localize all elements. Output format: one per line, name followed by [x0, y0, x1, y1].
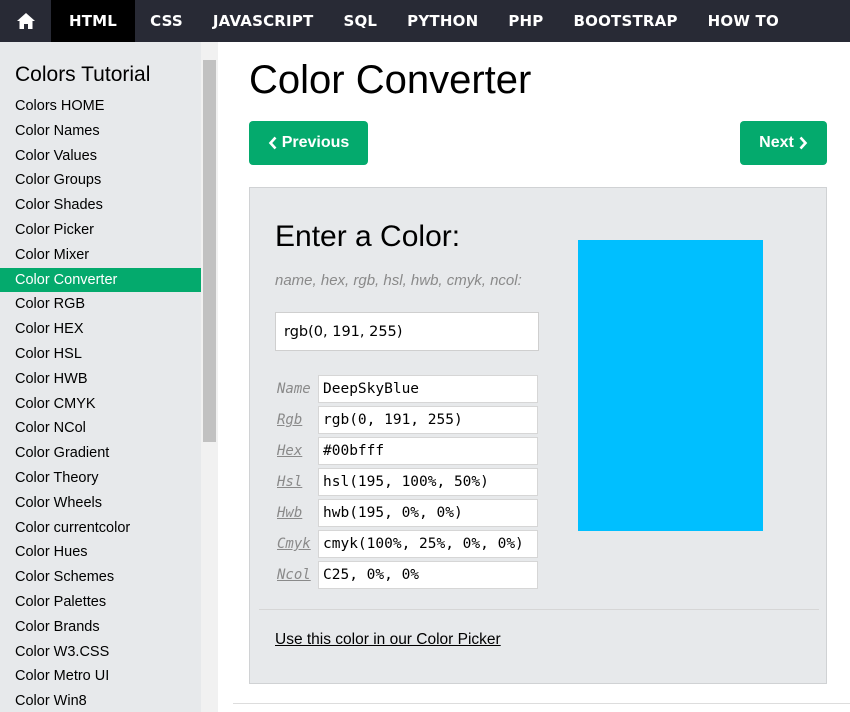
- sidebar-item-color-palettes[interactable]: Color Palettes: [0, 590, 201, 615]
- sidebar-item-color-brands[interactable]: Color Brands: [0, 615, 201, 640]
- sidebar-title: Colors Tutorial: [15, 63, 151, 86]
- nav-item-css[interactable]: CSS: [135, 0, 198, 42]
- sidebar-item-color-win8[interactable]: Color Win8: [0, 689, 201, 712]
- sidebar-item-color-hues[interactable]: Color Hues: [0, 540, 201, 565]
- sidebar-item-color-hex[interactable]: Color HEX: [0, 317, 201, 342]
- value-hex[interactable]: #00bfff: [318, 437, 538, 465]
- home-button[interactable]: [0, 0, 51, 42]
- sidebar-item-color-metro-ui[interactable]: Color Metro UI: [0, 664, 201, 689]
- previous-button-label: Previous: [281, 134, 350, 151]
- sidebar-list: Colors HOME Color Names Color Values Col…: [0, 94, 201, 712]
- link-ncol[interactable]: Ncol: [277, 567, 311, 583]
- chevron-right-icon: [799, 136, 808, 150]
- next-button[interactable]: Next: [740, 121, 827, 165]
- nav-item-javascript[interactable]: JAVASCRIPT: [198, 0, 329, 42]
- sidebar-item-color-gradient[interactable]: Color Gradient: [0, 441, 201, 466]
- sidebar-item-color-shades[interactable]: Color Shades: [0, 193, 201, 218]
- link-hwb[interactable]: Hwb: [277, 505, 302, 521]
- sidebar-item-color-values[interactable]: Color Values: [0, 144, 201, 169]
- color-input[interactable]: rgb(0, 191, 255): [275, 312, 539, 351]
- color-converter-panel: Enter a Color: name, hex, rgb, hsl, hwb,…: [249, 187, 827, 684]
- color-swatch: [578, 240, 763, 531]
- previous-button[interactable]: Previous: [249, 121, 368, 165]
- sidebar-item-color-groups[interactable]: Color Groups: [0, 168, 201, 193]
- sidebar-item-color-schemes[interactable]: Color Schemes: [0, 565, 201, 590]
- color-picker-link[interactable]: Use this color in our Color Picker: [275, 631, 501, 649]
- sidebar-item-color-currentcolor[interactable]: Color currentcolor: [0, 516, 201, 541]
- value-rgb[interactable]: rgb(0, 191, 255): [318, 406, 538, 434]
- label-name: Name: [277, 381, 311, 397]
- top-nav: HTML CSS JAVASCRIPT SQL PYTHON PHP BOOTS…: [0, 0, 850, 42]
- sidebar-item-color-names[interactable]: Color Names: [0, 119, 201, 144]
- scrollbar-thumb[interactable]: [203, 60, 216, 442]
- link-rgb[interactable]: Rgb: [277, 412, 302, 428]
- page-title: Color Converter: [249, 58, 532, 102]
- value-ncol[interactable]: C25, 0%, 0%: [318, 561, 538, 589]
- link-hsl[interactable]: Hsl: [277, 474, 302, 490]
- nav-item-html[interactable]: HTML: [51, 0, 136, 42]
- link-hex[interactable]: Hex: [277, 443, 302, 459]
- converter-heading: Enter a Color:: [275, 220, 461, 253]
- link-cmyk[interactable]: Cmyk: [277, 536, 311, 552]
- nav-item-php[interactable]: PHP: [493, 0, 558, 42]
- nav-item-bootstrap[interactable]: BOOTSTRAP: [558, 0, 692, 42]
- sidebar-item-color-rgb[interactable]: Color RGB: [0, 292, 201, 317]
- sidebar-item-color-theory[interactable]: Color Theory: [0, 466, 201, 491]
- value-hwb[interactable]: hwb(195, 0%, 0%): [318, 499, 538, 527]
- chevron-left-icon: [268, 136, 277, 150]
- nav-item-python[interactable]: PYTHON: [392, 0, 493, 42]
- sidebar-item-color-converter[interactable]: Color Converter: [0, 267, 201, 293]
- next-button-label: Next: [759, 134, 794, 151]
- sidebar-item-color-w3css[interactable]: Color W3.CSS: [0, 640, 201, 665]
- input-hint: name, hex, rgb, hsl, hwb, cmyk, ncol:: [275, 272, 522, 289]
- nav-item-how-to[interactable]: HOW TO: [693, 0, 794, 42]
- sidebar-item-colors-home[interactable]: Colors HOME: [0, 94, 201, 119]
- sidebar-item-color-ncol[interactable]: Color NCol: [0, 416, 201, 441]
- sidebar-item-color-hwb[interactable]: Color HWB: [0, 367, 201, 392]
- sidebar-item-color-picker[interactable]: Color Picker: [0, 218, 201, 243]
- value-name[interactable]: DeepSkyBlue: [318, 375, 538, 403]
- nav-item-sql[interactable]: SQL: [328, 0, 392, 42]
- sidebar-item-color-cmyk[interactable]: Color CMYK: [0, 392, 201, 417]
- sidebar-item-color-hsl[interactable]: Color HSL: [0, 342, 201, 367]
- sidebar: Colors Tutorial Colors HOME Color Names …: [0, 42, 201, 712]
- sidebar-item-color-wheels[interactable]: Color Wheels: [0, 491, 201, 516]
- sidebar-item-color-mixer[interactable]: Color Mixer: [0, 243, 201, 268]
- home-icon: [16, 13, 35, 29]
- content-bottom-divider: [233, 703, 850, 704]
- value-hsl[interactable]: hsl(195, 100%, 50%): [318, 468, 538, 496]
- divider: [259, 609, 819, 610]
- main-content: Color Converter Previous Next Enter a Co…: [233, 42, 850, 712]
- value-cmyk[interactable]: cmyk(100%, 25%, 0%, 0%): [318, 530, 538, 558]
- sidebar-scrollbar[interactable]: [201, 42, 218, 712]
